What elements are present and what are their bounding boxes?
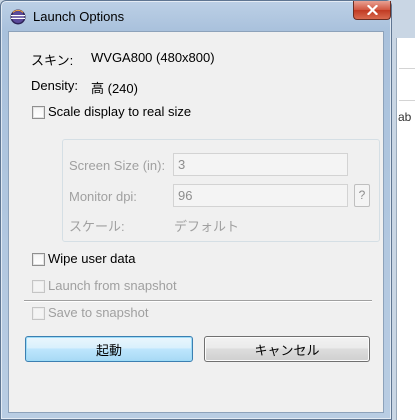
monitor-dpi-label: Monitor dpi: (69, 189, 137, 204)
scale-display-checkbox[interactable] (32, 106, 45, 119)
launch-button[interactable]: 起動 (25, 336, 193, 362)
save-to-snapshot-checkbox[interactable] (32, 307, 45, 320)
scale-value: デフォルト (174, 219, 240, 234)
screen-size-label: Screen Size (in): (69, 158, 166, 173)
launch-from-snapshot-label[interactable]: Launch from snapshot (48, 278, 177, 293)
window-title: Launch Options (33, 9, 125, 24)
skin-label: スキン: (31, 53, 74, 68)
background-window (396, 38, 415, 420)
scale-display-label[interactable]: Scale display to real size (48, 104, 191, 119)
background-partial-text: ab (398, 110, 412, 124)
background-row-divider (399, 100, 415, 101)
close-button[interactable] (353, 1, 391, 20)
density-label: Density: (31, 78, 78, 93)
button-separator (24, 300, 372, 302)
cancel-button[interactable]: キャンセル (204, 336, 370, 362)
title-bar[interactable]: Launch Options (1, 1, 391, 31)
monitor-dpi-help-button[interactable]: ? (354, 184, 370, 207)
monitor-dpi-input[interactable]: 96 (173, 184, 348, 207)
background-row-divider (399, 68, 415, 69)
skin-value: WVGA800 (480x800) (91, 50, 215, 65)
eclipse-icon (10, 9, 26, 25)
wipe-user-data-checkbox[interactable] (32, 253, 45, 266)
screen-size-input[interactable]: 3 (173, 153, 348, 176)
save-to-snapshot-label[interactable]: Save to snapshot (48, 305, 148, 320)
scale-label: スケール: (69, 219, 125, 234)
close-icon (366, 5, 378, 15)
density-value: 高 (240) (91, 81, 138, 96)
launch-from-snapshot-checkbox[interactable] (32, 280, 45, 293)
launch-options-dialog: Launch Options スキン: WVGA800 (480x800) De… (0, 0, 392, 420)
wipe-user-data-label[interactable]: Wipe user data (48, 251, 135, 266)
